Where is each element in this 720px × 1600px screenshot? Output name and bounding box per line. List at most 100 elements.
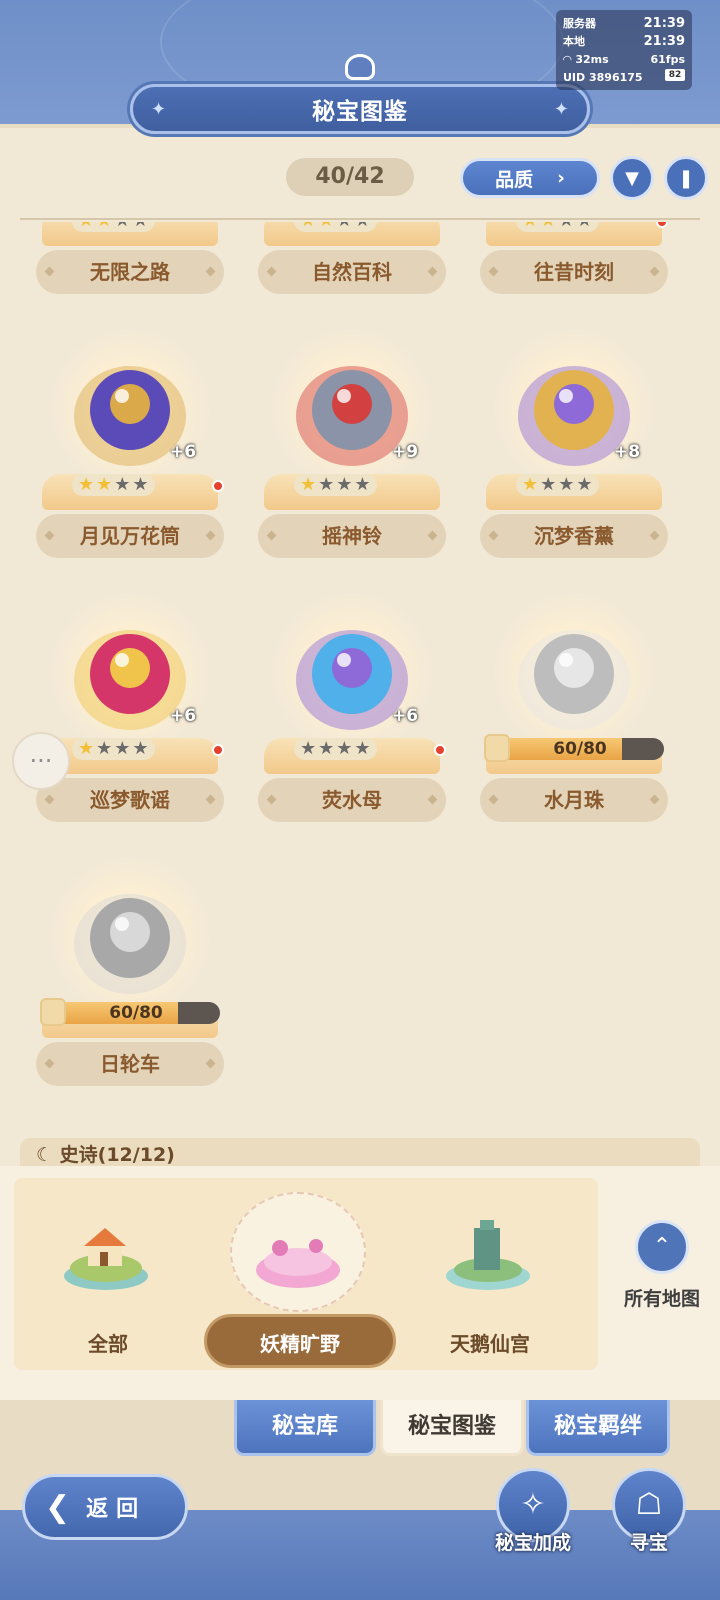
- map-item-swan-palace[interactable]: 天鹅仙宫: [400, 1198, 580, 1368]
- treasure-grid[interactable]: +9★★★★无限之路+9★★★★自然百科+6★★★★往昔时刻+6★★★★月见万花…: [0, 222, 720, 1184]
- info-book-button[interactable]: ❚: [664, 156, 708, 200]
- wifi-icon: ◠: [563, 53, 572, 66]
- treasure-name: 月见万花筒: [36, 514, 224, 558]
- star-rating: ★★★★: [72, 474, 155, 496]
- treasure-name: 自然百科: [258, 250, 446, 294]
- star-icon: ★: [522, 474, 539, 495]
- star-icon: ★: [318, 474, 335, 495]
- star-rating: ★★★★: [72, 222, 155, 232]
- island-house-icon: [64, 1228, 148, 1290]
- back-button[interactable]: ❮ 返回: [22, 1474, 188, 1540]
- star-icon: ★: [132, 474, 149, 495]
- star-icon: ★: [96, 474, 113, 495]
- tab-treasure-bonds[interactable]: 秘宝羁绊: [526, 1400, 670, 1456]
- map-item-fairy-wilds[interactable]: 妖精旷野: [204, 1192, 396, 1368]
- treasure-name: 水月珠: [480, 778, 668, 822]
- star-icon: ★: [576, 474, 593, 495]
- enhance-level: +6: [170, 706, 197, 726]
- treasure-bonus-label: 秘宝加成: [494, 1532, 571, 1554]
- star-icon: ★: [354, 474, 371, 495]
- notification-dot: [212, 480, 224, 492]
- shard-progress-text: 60/80: [553, 739, 607, 759]
- chat-button[interactable]: ···: [12, 732, 70, 790]
- back-arrow-icon: ❮: [45, 1489, 71, 1525]
- enhance-level: +6: [392, 706, 419, 726]
- star-icon: ★: [96, 222, 112, 232]
- treasure-card[interactable]: +6★★★★往昔时刻: [474, 222, 674, 320]
- map-item-all[interactable]: 全部: [18, 1198, 198, 1368]
- star-icon: ★: [114, 474, 131, 495]
- map-label-fairy-wilds: 妖精旷野: [204, 1314, 396, 1368]
- tab-treasure-codex[interactable]: 秘宝图鉴: [380, 1400, 524, 1456]
- star-icon: ★: [558, 474, 575, 495]
- treasure-card[interactable]: +9 ★ ★ ★ ★ 摇神铃: [252, 314, 452, 584]
- star-rating: ★★★★: [72, 738, 155, 760]
- treasure-card[interactable]: 60/80 水月珠: [474, 578, 674, 848]
- chevron-up-icon: ⌃: [635, 1220, 689, 1274]
- treasure-card[interactable]: +9★★★★自然百科: [252, 222, 452, 320]
- all-maps-button[interactable]: ⌃ 所有地图: [612, 1220, 712, 1311]
- notification-dot: [434, 744, 446, 756]
- star-icon: ★: [300, 474, 317, 495]
- local-label: 本地: [563, 35, 585, 48]
- sparkle-icon: ✦: [151, 99, 167, 120]
- notification-dot: [212, 744, 224, 756]
- treasure-name: 摇神铃: [258, 514, 446, 558]
- star-icon: ★: [78, 222, 94, 232]
- sort-arrow-icon: ›: [557, 167, 565, 189]
- title-crest-ornament: [290, 46, 430, 86]
- star-icon: ★: [354, 738, 371, 759]
- treasure-card[interactable]: +6 ★ ★ ★ ★ 巡梦歌谣: [30, 578, 230, 848]
- local-time: 21:39: [643, 34, 685, 49]
- treasure-card[interactable]: 60/80 日轮车: [30, 842, 230, 1112]
- star-icon: ★: [78, 738, 95, 759]
- star-icon: ★: [114, 222, 130, 232]
- treasure-name: 往昔时刻: [480, 250, 668, 294]
- star-icon: ★: [78, 474, 95, 495]
- map-label-all: 全部: [88, 1332, 128, 1356]
- moon-icon: ☾: [36, 1144, 60, 1166]
- star-icon: ★: [522, 222, 538, 232]
- star-icon: ★: [318, 738, 335, 759]
- star-icon: ★: [540, 222, 556, 232]
- star-icon: ★: [318, 222, 334, 232]
- treasure-card[interactable]: +6 ★ ★ ★ ★ 月见万花筒: [30, 314, 230, 584]
- title-bar: ✦ 秘宝图鉴 ✦: [130, 84, 590, 134]
- chat-icon: ···: [29, 747, 53, 775]
- star-icon: ★: [300, 738, 317, 759]
- back-label: 返回: [86, 1497, 147, 1522]
- quality-sort-button[interactable]: 品质 ›: [460, 158, 600, 198]
- star-icon: ★: [558, 222, 574, 232]
- star-rating: ★★★★: [516, 474, 599, 496]
- treasure-bonus-button[interactable]: ✧ 秘宝加成: [488, 1468, 578, 1588]
- map-strip: 全部 妖精旷野 天鹅仙宫: [14, 1178, 598, 1370]
- battery-icon: 82: [665, 69, 685, 81]
- filter-button[interactable]: ▼: [610, 156, 654, 200]
- cat-crest-icon: [345, 54, 375, 80]
- star-rating: ★★★★: [294, 474, 377, 496]
- seek-treasure-label: 寻宝: [629, 1532, 668, 1554]
- seek-treasure-button[interactable]: ☖ 寻宝: [604, 1468, 694, 1588]
- star-icon: ★: [336, 738, 353, 759]
- puzzle-piece-icon: [484, 734, 510, 762]
- treasure-name: 沉梦香薰: [480, 514, 668, 558]
- map-selector-panel: 全部 妖精旷野 天鹅仙宫 ⌃ 所有地图: [0, 1166, 720, 1400]
- ping-value: 32ms: [575, 53, 609, 66]
- star-icon: ★: [132, 222, 148, 232]
- treasure-card[interactable]: +8 ★ ★ ★ ★ 沉梦香薰: [474, 314, 674, 584]
- sparkle-icon: ✦: [553, 99, 569, 120]
- treasure-card[interactable]: +6 ★ ★ ★ ★ 荧水母: [252, 578, 452, 848]
- tab-treasure-vault[interactable]: 秘宝库: [234, 1400, 376, 1456]
- star-icon: ★: [540, 474, 557, 495]
- server-time: 21:39: [643, 16, 685, 31]
- page-title: 秘宝图鉴: [312, 99, 408, 125]
- star-rating: ★★★★: [516, 222, 599, 232]
- treasure-name: 日轮车: [36, 1042, 224, 1086]
- all-maps-label: 所有地图: [623, 1288, 700, 1310]
- pink-island-icon: [256, 1239, 340, 1288]
- uid-text: UID 3896175: [563, 71, 643, 84]
- puzzle-piece-icon: [40, 998, 66, 1026]
- treasure-name: 巡梦歌谣: [36, 778, 224, 822]
- treasure-card[interactable]: +9★★★★无限之路: [30, 222, 230, 320]
- shard-progress-text: 60/80: [109, 1003, 163, 1023]
